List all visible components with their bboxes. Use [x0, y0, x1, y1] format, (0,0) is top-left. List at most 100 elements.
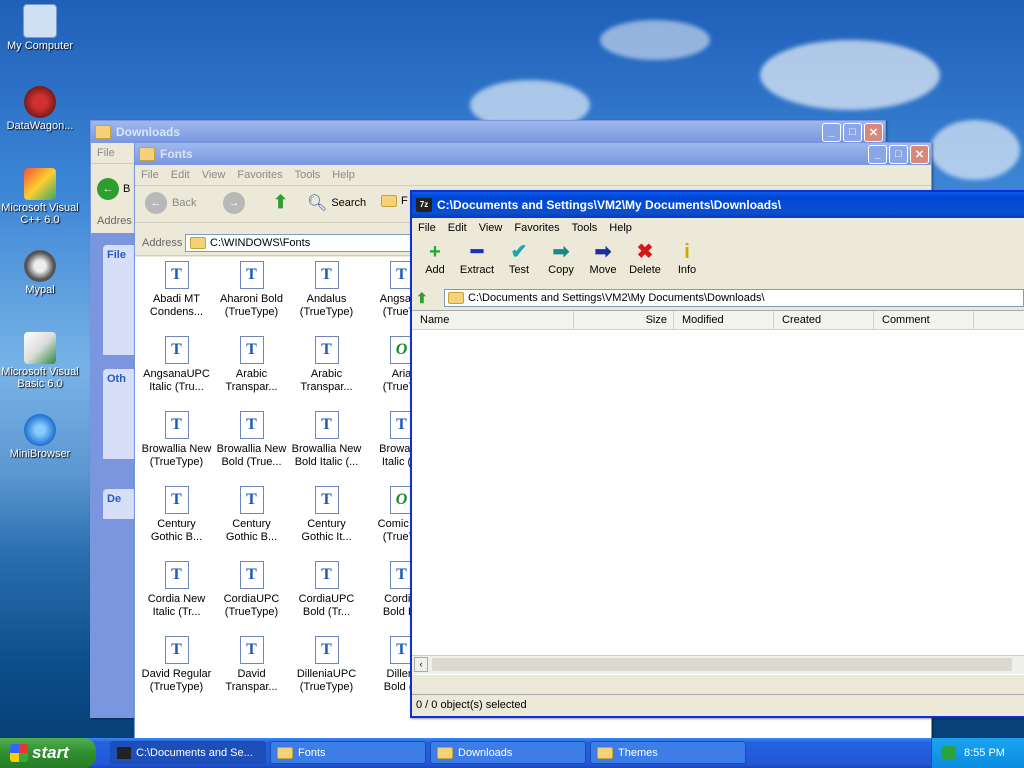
start-button[interactable]: start: [0, 738, 96, 768]
desktop-icon-label: My Computer: [6, 40, 74, 52]
font-type: Italic (Tr...: [152, 606, 201, 618]
menu-tools[interactable]: Tools: [566, 222, 604, 234]
desktop-icon-datawagon[interactable]: DataWagon...: [0, 86, 80, 132]
add-button[interactable]: + Add: [414, 240, 456, 276]
desktop-icon-visual-cpp[interactable]: Microsoft Visual C++ 6.0: [0, 168, 80, 226]
font-name: CordiaUPC: [298, 593, 355, 605]
font-type: Gothic B...: [150, 531, 203, 543]
folder-icon: [437, 746, 453, 759]
font-type: (TrueType): [149, 681, 204, 693]
menu-favorites[interactable]: Favorites: [231, 169, 288, 181]
menu-view[interactable]: View: [473, 222, 509, 234]
column-modified[interactable]: Modified: [674, 311, 774, 329]
font-item[interactable]: T Century Gothic B...: [214, 486, 289, 544]
zip-window[interactable]: 7z C:\Documents and Settings\VM2\My Docu…: [410, 190, 1024, 718]
extract-button[interactable]: ━ Extract: [456, 240, 498, 276]
font-item[interactable]: T Browallia New Bold (True...: [214, 411, 289, 469]
taskbar-item-zip[interactable]: C:\Documents and Se...: [110, 741, 266, 764]
font-item[interactable]: T David Regular (TrueType): [139, 636, 214, 694]
maximize-button[interactable]: □: [889, 144, 908, 164]
maximize-button[interactable]: □: [843, 122, 862, 142]
font-item[interactable]: T CordiaUPC Bold (Tr...: [289, 561, 364, 619]
column-name[interactable]: Name: [412, 311, 574, 329]
minimize-button[interactable]: _: [868, 144, 887, 164]
up-folder-button[interactable]: ⬆: [273, 192, 293, 214]
fonts-title-bar[interactable]: Fonts _ □ ✕: [135, 143, 931, 165]
font-type: (TrueType): [224, 306, 279, 318]
folder-icon: [139, 147, 155, 161]
font-name: Andalus: [306, 293, 347, 305]
up-folder-button[interactable]: ⬆: [416, 290, 434, 307]
start-label: start: [32, 743, 69, 762]
menu-file[interactable]: File: [91, 147, 121, 159]
scrollbar-thumb[interactable]: [432, 658, 1012, 671]
font-item[interactable]: T CordiaUPC (TrueType): [214, 561, 289, 619]
font-type: Bold (Tr...: [302, 606, 351, 618]
close-button[interactable]: ✕: [910, 144, 929, 164]
column-comment[interactable]: Comment: [874, 311, 974, 329]
downloads-back-button[interactable]: ← B: [97, 178, 130, 200]
font-type: Transpar...: [300, 381, 353, 393]
desktop-icon-mypal[interactable]: Mypal: [0, 250, 80, 296]
close-button[interactable]: ✕: [864, 122, 883, 142]
copy-button[interactable]: ➡ Copy: [540, 240, 582, 276]
font-item[interactable]: T DilleniaUPC (TrueType): [289, 636, 364, 694]
menu-file[interactable]: File: [135, 169, 165, 181]
menu-tools[interactable]: Tools: [289, 169, 327, 181]
truetype-font-icon: T: [164, 486, 189, 514]
desktop-icon-my-computer[interactable]: My Computer: [0, 4, 80, 52]
menu-help[interactable]: Help: [603, 222, 638, 234]
back-button[interactable]: ← Back: [145, 192, 196, 214]
minimize-button[interactable]: _: [822, 122, 841, 142]
font-item[interactable]: T AngsanaUPC Italic (Tru...: [139, 336, 214, 394]
address-value: C:\WINDOWS\Fonts: [210, 237, 311, 249]
font-item[interactable]: T Abadi MT Condens...: [139, 261, 214, 319]
truetype-font-icon: T: [164, 411, 189, 439]
taskbar-item-downloads[interactable]: Downloads: [430, 741, 586, 764]
desktop-icon-visual-basic[interactable]: Microsoft Visual Basic 6.0: [0, 332, 80, 390]
folders-button[interactable]: F: [381, 195, 408, 207]
font-item[interactable]: T Century Gothic It...: [289, 486, 364, 544]
info-button[interactable]: i Info: [666, 240, 708, 276]
truetype-font-icon: T: [239, 486, 264, 514]
path-input[interactable]: C:\Documents and Settings\VM2\My Documen…: [444, 289, 1024, 307]
font-item[interactable]: T Century Gothic B...: [139, 486, 214, 544]
truetype-font-icon: T: [164, 336, 189, 364]
font-item[interactable]: T Arabic Transpar...: [289, 336, 364, 394]
truetype-font-icon: T: [314, 486, 339, 514]
font-item[interactable]: T Browallia New (TrueType): [139, 411, 214, 469]
zip-title-bar[interactable]: 7z C:\Documents and Settings\VM2\My Docu…: [412, 192, 1024, 218]
horizontal-scrollbar[interactable]: ‹: [412, 655, 1024, 674]
seven-zip-icon: 7z: [416, 198, 432, 212]
menu-file[interactable]: File: [412, 222, 442, 234]
font-item[interactable]: T Andalus (TrueType): [289, 261, 364, 319]
menu-edit[interactable]: Edit: [442, 222, 473, 234]
truetype-font-icon: T: [239, 561, 264, 589]
scroll-left-icon[interactable]: ‹: [414, 657, 428, 672]
back-arrow-icon: ←: [97, 178, 119, 200]
column-size[interactable]: Size: [574, 311, 674, 329]
font-item[interactable]: T Arabic Transpar...: [214, 336, 289, 394]
network-icon[interactable]: [942, 746, 956, 760]
taskbar-item-themes[interactable]: Themes: [590, 741, 746, 764]
font-item[interactable]: T Aharoni Bold (TrueType): [214, 261, 289, 319]
zip-file-list[interactable]: Name Size Modified Created Comment ‹: [412, 310, 1024, 675]
font-item[interactable]: T Cordia New Italic (Tr...: [139, 561, 214, 619]
search-button[interactable]: 🔍︎ Search: [307, 193, 366, 213]
taskbar-item-label: C:\Documents and Se...: [136, 746, 253, 759]
desktop-icon-minibrowser[interactable]: MiniBrowser: [0, 414, 80, 460]
font-item[interactable]: T David Transpar...: [214, 636, 289, 694]
downloads-title-bar[interactable]: Downloads _ □ ✕: [91, 121, 885, 143]
forward-button[interactable]: →: [223, 192, 245, 214]
menu-help[interactable]: Help: [326, 169, 361, 181]
font-item[interactable]: T Browallia New Bold Italic (...: [289, 411, 364, 469]
menu-edit[interactable]: Edit: [165, 169, 196, 181]
move-button[interactable]: ➡ Move: [582, 240, 624, 276]
menu-view[interactable]: View: [196, 169, 232, 181]
truetype-font-icon: T: [314, 411, 339, 439]
test-button[interactable]: ✔ Test: [498, 240, 540, 276]
delete-button[interactable]: ✖ Delete: [624, 240, 666, 276]
column-created[interactable]: Created: [774, 311, 874, 329]
taskbar-item-fonts[interactable]: Fonts: [270, 741, 426, 764]
menu-favorites[interactable]: Favorites: [508, 222, 565, 234]
